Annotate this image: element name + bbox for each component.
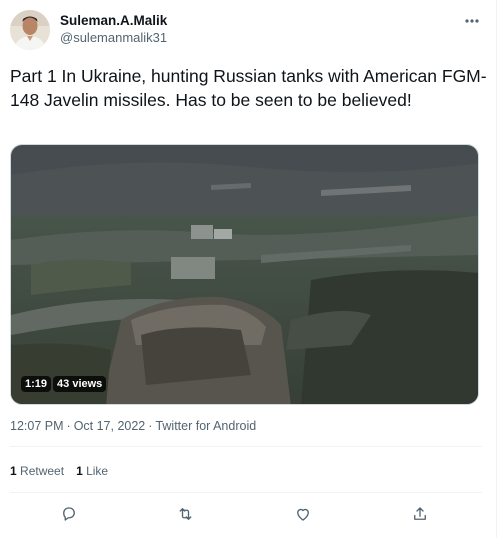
video-thumbnail [11, 145, 478, 404]
video-badges: 1:19 43 views [21, 376, 107, 392]
likes-stat[interactable]: 1 Like [76, 464, 108, 478]
share-button[interactable] [406, 500, 434, 528]
retweets-count: 1 [10, 464, 17, 478]
divider [10, 492, 482, 493]
heart-icon [297, 508, 310, 521]
meta-separator: · [148, 419, 153, 433]
tweet-text: Part 1 In Ukraine, hunting Russian tanks… [10, 66, 487, 110]
reply-icon [62, 507, 75, 521]
tweet-metadata: 12:07 PM · Oct 17, 2022 · Twitter for Androi… [10, 419, 256, 433]
video-views: 43 views [53, 376, 107, 392]
reply-button[interactable] [55, 500, 83, 528]
avatar[interactable] [10, 10, 50, 50]
more-dots-icon[interactable] [462, 14, 482, 28]
retweet-icon [179, 508, 192, 520]
engagement-stats: 1 Retweet 1 Like [10, 464, 108, 478]
divider [10, 446, 482, 447]
retweets-label: Retweet [20, 464, 65, 478]
retweets-stat[interactable]: 1 Retweet [10, 464, 64, 478]
video-duration: 1:19 [21, 376, 52, 392]
video-player[interactable]: 1:19 43 views [10, 144, 479, 405]
tweet-actions [10, 500, 479, 528]
likes-label: Like [86, 464, 109, 478]
tweet-card: Suleman.A.Malik @sulemanmalik31 Part 1 I… [0, 0, 497, 538]
like-button[interactable] [289, 500, 317, 528]
likes-count: 1 [76, 464, 83, 478]
handle[interactable]: @sulemanmalik31 [60, 29, 167, 47]
author-names: Suleman.A.Malik @sulemanmalik31 [60, 13, 167, 47]
display-name[interactable]: Suleman.A.Malik [60, 13, 167, 29]
share-icon [414, 507, 427, 520]
tweet-source[interactable]: Twitter for Android [155, 419, 256, 433]
retweet-button[interactable] [172, 500, 200, 528]
tweet-time[interactable]: 12:07 PM [10, 419, 64, 433]
tweet-header: Suleman.A.Malik @sulemanmalik31 [10, 10, 482, 50]
meta-separator: · [66, 419, 71, 433]
tweet-date[interactable]: Oct 17, 2022 [74, 419, 146, 433]
